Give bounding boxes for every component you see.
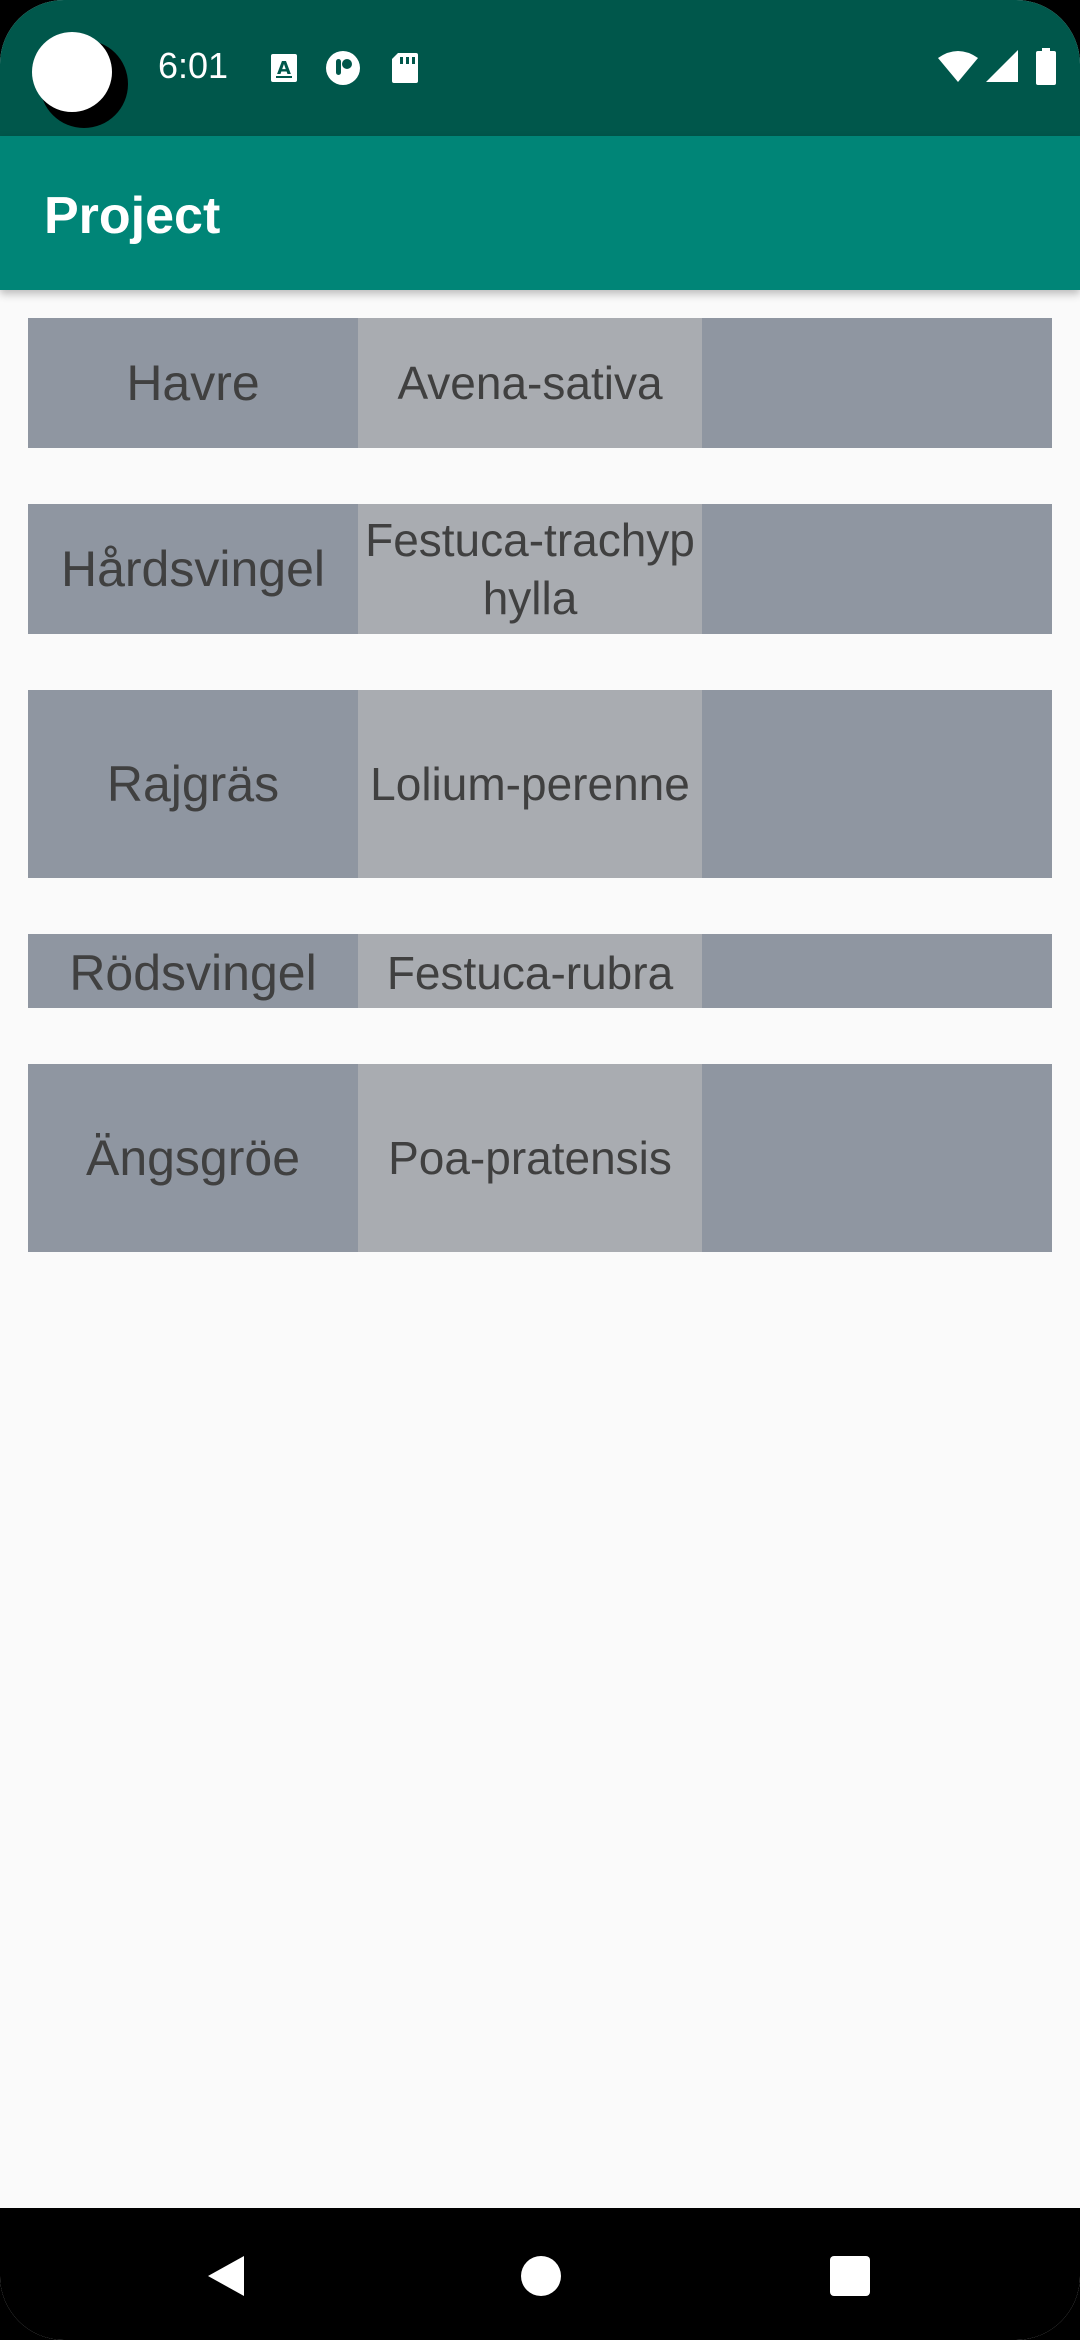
list-item[interactable]: Hårdsvingel Festuca-trachyphylla [28,504,1052,634]
list-item[interactable]: Ängsgröe Poa-pratensis [28,1064,1052,1252]
extra-cell [702,1064,1052,1252]
extra-cell [702,690,1052,878]
recents-icon[interactable] [826,2252,874,2300]
latin-name: Avena-sativa [358,318,702,448]
extra-cell [702,318,1052,448]
status-time: 6:01 [158,45,229,86]
latin-name: Festuca-trachyphylla [358,504,702,634]
wifi-icon [938,51,978,82]
common-name: Rajgräs [28,690,358,878]
camera-cutout [32,32,112,112]
signal-icon [986,50,1018,82]
status-bar: 6:01 A [0,0,1080,136]
navigation-bar [0,2208,1080,2340]
latin-name: Lolium-perenne [358,690,702,878]
home-icon[interactable] [517,2252,565,2300]
circle-app-icon [326,51,360,85]
common-name: Havre [28,318,358,448]
list-item[interactable]: Havre Avena-sativa [28,318,1052,448]
common-name: Rödsvingel [28,934,358,1008]
list-item[interactable]: Rödsvingel Festuca-rubra [28,934,1052,1008]
extra-cell [702,504,1052,634]
screen: 6:01 A Project Havre Avena-sativa Hårdsv… [0,0,1080,2340]
latin-name: Festuca-rubra [358,934,702,1008]
battery-icon [1036,48,1056,85]
page-title: Project [44,187,221,245]
sd-card-icon [392,53,418,83]
common-name: Ängsgröe [28,1064,358,1252]
app-bar: Project [0,136,1080,290]
svg-text:A: A [277,58,291,79]
extra-cell [702,934,1052,1008]
latin-name: Poa-pratensis [358,1064,702,1252]
common-name: Hårdsvingel [28,504,358,634]
list-item[interactable]: Rajgräs Lolium-perenne [28,690,1052,878]
back-icon[interactable] [202,2252,250,2300]
a-keyboard-icon: A [271,54,297,82]
plant-list: Havre Avena-sativa Hårdsvingel Festuca-t… [28,318,1052,1308]
